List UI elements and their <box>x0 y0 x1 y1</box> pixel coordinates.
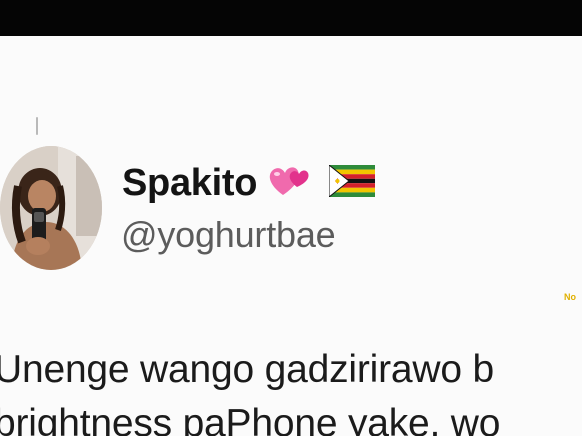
avatar-photo-icon <box>0 146 102 270</box>
tweet-text: Unenge wango gadzirirawo b brightness pa… <box>0 343 582 436</box>
top-black-bar <box>0 0 582 36</box>
display-name[interactable]: Spakito <box>122 162 257 205</box>
zimbabwe-flag-icon <box>328 163 376 202</box>
thread-connector-line <box>36 117 38 135</box>
display-name-row: Spakito <box>122 158 376 208</box>
screenshot-stage: Spakito @yoghurtbae No Unenge wango gadz… <box>0 0 582 436</box>
avatar[interactable] <box>0 146 102 270</box>
tweet-line: brightness paPhone yake, wo <box>0 402 501 436</box>
side-fragment-text: No <box>564 292 576 302</box>
tweet-line: Unenge wango gadzirirawo b <box>0 348 494 391</box>
user-handle[interactable]: @yoghurtbae <box>121 214 336 256</box>
two-hearts-icon <box>267 161 315 206</box>
